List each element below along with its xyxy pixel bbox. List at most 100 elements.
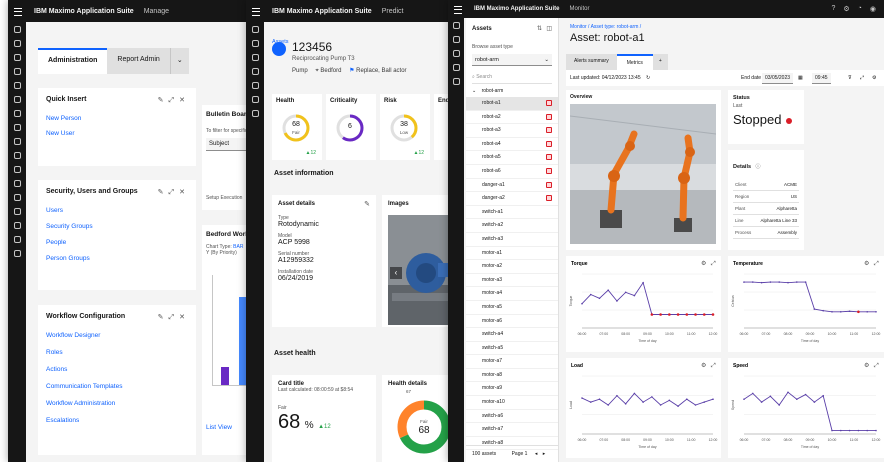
asset-list-item[interactable]: robot-a6 <box>466 165 558 179</box>
asset-list-item[interactable]: motor-a1 <box>466 247 558 261</box>
cart-icon[interactable] <box>13 222 21 229</box>
refresh-icon[interactable]: ↻ <box>646 75 650 81</box>
person-groups-link[interactable]: Person Groups <box>46 255 188 262</box>
actions-link[interactable]: Actions <box>46 366 188 373</box>
asset-list-item[interactable]: switch-a7 <box>466 423 558 437</box>
asset-icon[interactable] <box>251 54 259 61</box>
asset-list-item[interactable]: danger-a2 <box>466 192 558 206</box>
escalations-link[interactable]: Escalations <box>46 417 188 424</box>
asset-list-item[interactable]: switch-a6 <box>466 410 558 424</box>
asset-list-item[interactable]: motor-a8 <box>466 369 558 383</box>
tab-alerts-summary[interactable]: Alerts summary <box>566 54 617 70</box>
expand-icon[interactable]: ⤢ <box>169 97 180 104</box>
asset-list-item[interactable]: motor-a6 <box>466 315 558 329</box>
bell-icon[interactable] <box>13 250 21 257</box>
asset-list-item[interactable]: switch-a5 <box>466 342 558 356</box>
menu-icon[interactable] <box>14 8 22 16</box>
folder-icon[interactable] <box>13 194 21 201</box>
document-icon[interactable] <box>13 124 21 131</box>
asset-list-item[interactable]: motor-a5 <box>466 301 558 315</box>
asset-list-item[interactable]: motor-a9 <box>466 382 558 397</box>
asset-list-item[interactable]: robot-a2 <box>466 111 558 125</box>
home-icon[interactable] <box>251 40 259 47</box>
edit-icon[interactable]: ✎ <box>158 97 169 104</box>
tree-root[interactable]: ⌄ robot-arm <box>472 86 554 96</box>
asset-list-item[interactable]: robot-a5 <box>466 151 558 165</box>
list-view-link[interactable]: List View <box>206 424 232 431</box>
workflow-administration-link[interactable]: Workflow Administration <box>46 400 188 407</box>
help-icon[interactable]: ? <box>831 5 835 13</box>
previous-image-button[interactable]: ‹ <box>390 267 402 279</box>
asset-list-item[interactable]: switch-a2 <box>466 219 558 233</box>
settings-icon[interactable] <box>452 78 460 85</box>
next-page-icon[interactable]: ▸ <box>543 451 546 457</box>
notification-icon[interactable]: ◔ <box>858 5 862 13</box>
roles-link[interactable]: Roles <box>46 349 188 356</box>
edit-icon[interactable]: ✎ <box>364 200 370 208</box>
expand-icon[interactable]: ⤢ <box>860 70 864 86</box>
new-user-link[interactable]: New User <box>46 130 188 137</box>
collapse-icon[interactable]: ◫ <box>546 25 552 32</box>
chart-icon[interactable] <box>251 68 259 75</box>
info-icon[interactable]: ⓘ <box>756 164 761 170</box>
expand-icon[interactable]: ⤢ <box>169 314 180 321</box>
chart-icon[interactable] <box>13 82 21 89</box>
settings-icon[interactable] <box>13 138 21 145</box>
asset-list-item[interactable]: danger-a1 <box>466 179 558 193</box>
expand-icon[interactable]: ⤢ <box>169 189 180 196</box>
menu-icon[interactable] <box>252 8 260 16</box>
breadcrumb[interactable]: Monitor / Asset type: robot-arm / <box>570 24 641 30</box>
time-picker[interactable]: 09:45 <box>812 73 831 84</box>
search-icon[interactable] <box>452 22 460 29</box>
close-icon[interactable]: ✕ <box>179 189 190 196</box>
filter-icon[interactable]: ⊽ <box>848 70 852 86</box>
globe-icon[interactable] <box>13 152 21 159</box>
asset-list-item[interactable]: switch-a3 <box>466 233 558 247</box>
user-icon[interactable]: ◉ <box>870 5 876 13</box>
prev-page-icon[interactable]: ◂ <box>535 451 538 457</box>
close-icon[interactable]: ✕ <box>179 97 190 104</box>
add-tab-button[interactable]: ⌄ <box>169 48 189 74</box>
asset-icon[interactable] <box>452 36 460 43</box>
page-select[interactable]: Page 1 <box>512 451 528 457</box>
add-tab-button[interactable]: + <box>652 54 668 70</box>
calendar-icon[interactable] <box>13 166 21 173</box>
asset-list-item[interactable]: robot-a1 <box>466 97 558 111</box>
history-icon[interactable] <box>13 54 21 61</box>
communication-templates-link[interactable]: Communication Templates <box>46 383 188 390</box>
truck-icon[interactable] <box>13 236 21 243</box>
bell-icon[interactable] <box>452 64 460 71</box>
asset-type-dropdown[interactable]: robot-arm ⌄ <box>472 54 552 66</box>
asset-search[interactable]: ⌕ Search <box>472 72 552 84</box>
asset-list-item[interactable]: switch-a1 <box>466 206 558 220</box>
date-picker[interactable]: 03/05/2023 <box>762 73 794 84</box>
new-person-link[interactable]: New Person <box>46 115 188 122</box>
people-icon[interactable] <box>251 96 259 103</box>
asset-list-item[interactable]: robot-a3 <box>466 124 558 138</box>
tab-administration[interactable]: Administration <box>38 48 108 74</box>
menu-icon[interactable] <box>454 6 462 14</box>
users-link[interactable]: Users <box>46 207 188 214</box>
filter-icon[interactable]: ⇅ <box>537 25 542 32</box>
home-icon[interactable] <box>13 40 21 47</box>
asset-list-item[interactable]: motor-a10 <box>466 396 558 410</box>
inventory-icon[interactable] <box>13 208 21 215</box>
tab-metrics[interactable]: Metrics <box>616 54 653 70</box>
tool-icon[interactable] <box>13 96 21 103</box>
calendar-icon[interactable]: ▦ <box>798 70 803 86</box>
people-link[interactable]: People <box>46 239 188 246</box>
asset-list-item[interactable]: motor-a3 <box>466 274 558 288</box>
search-icon[interactable] <box>13 26 21 33</box>
asset-list-item[interactable]: robot-a4 <box>466 138 558 152</box>
edit-icon[interactable]: ✎ <box>158 189 169 196</box>
settings-icon[interactable] <box>251 82 259 89</box>
people-icon[interactable] <box>13 110 21 117</box>
settings-icon[interactable]: ⚙ <box>872 70 876 86</box>
security-groups-link[interactable]: Security Groups <box>46 223 188 230</box>
asset-list-item[interactable]: motor-a2 <box>466 260 558 274</box>
chart-icon[interactable] <box>452 50 460 57</box>
asset-list-item[interactable]: switch-a4 <box>466 328 558 342</box>
tab-report-admin[interactable]: Report Admin <box>107 48 170 74</box>
edit-icon[interactable]: ✎ <box>158 314 169 321</box>
settings-icon[interactable]: ⚙ <box>843 5 849 13</box>
